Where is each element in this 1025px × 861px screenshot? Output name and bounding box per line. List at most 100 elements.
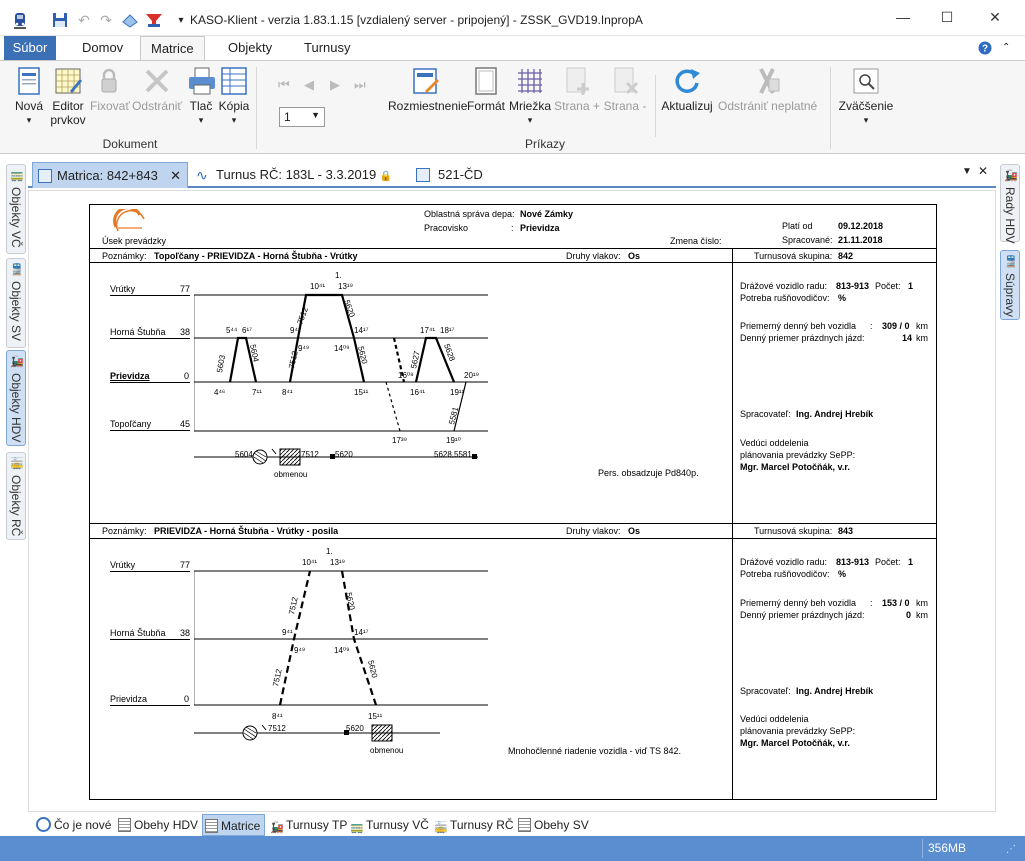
undo-icon[interactable]: ↶ [74,10,94,30]
sidetab-objects-vc[interactable]: 🚃 Objekty VČ [6,164,26,254]
sidetab-objects-hdv[interactable]: 🚂 Objekty HDV [6,350,26,446]
sidetab-label: Objekty HDV [9,373,23,443]
page-select[interactable]: 1 ▼ [279,107,325,127]
btab-label: Turnusy RČ [450,818,514,832]
element-editor-button[interactable]: Editor prvkov [48,65,88,127]
locomotive-icon: 🚂 [10,356,24,368]
station-underline [110,295,190,296]
rotation-label: 5604 [235,450,253,459]
sidetab-hdv-series[interactable]: 🚂 Rady HDV [1000,164,1020,244]
svg-text:9⁴¹: 9⁴¹ [282,628,293,637]
sidetab-train-sets[interactable]: 🚆 Súpravy [1000,250,1020,320]
tab-file[interactable]: Súbor [4,36,56,60]
remove-invalid-button[interactable]: Odstrániť neplatné [718,65,817,113]
refresh-button[interactable]: Aktualizuj [660,65,714,113]
workplace-value: Prievidza [520,223,560,233]
maximize-button[interactable]: ☐ [932,6,962,28]
svg-text:5620: 5620 [356,345,369,365]
tabs-dropdown-icon[interactable]: ▼ [962,166,972,177]
staffing-note: Mnohočlenné riadenie vozidla - viď TS 84… [508,746,681,756]
first-page-icon[interactable]: ⏮ [278,77,290,93]
notes-label: Poznámky: [102,526,147,536]
btab-label: Obehy SV [534,818,589,832]
layout-button[interactable]: Rozmiestnenie [388,65,467,113]
btab-sv-rotations[interactable]: Obehy SV [516,814,589,836]
train-types-label: Druhy vlakov: [566,526,621,536]
btab-turnusy-rc[interactable]: 🚋 Turnusy RČ [432,814,514,836]
last-page-icon[interactable]: ⏭ [354,77,366,93]
new-document-icon [18,67,40,95]
btab-turnusy-vc[interactable]: 🚃 Turnusy VČ [348,814,429,836]
grid-button[interactable]: Mriežka ▾ [508,65,552,127]
head-label: plánovania prevádzky SePP: [740,726,856,736]
tab-turnusy[interactable]: Turnusy [294,36,360,60]
svg-text:18¹⁷: 18¹⁷ [440,326,455,335]
valid-from-label: Platí od [782,221,813,231]
new-button[interactable]: Nová ▾ [12,65,46,127]
svg-text:16⁰⁸: 16⁰⁸ [398,371,413,380]
close-document-icon[interactable]: ✕ [978,164,988,178]
divider [90,523,936,524]
svg-text:?: ? [982,44,988,55]
redo-icon[interactable]: ↷ [96,10,116,30]
matrix-view[interactable]: Úsek prevádzky Oblastná správa depa: Nov… [28,190,996,812]
prev-page-icon[interactable]: ◀ [304,77,314,93]
daily-run-value: 309 / 0 [882,321,910,331]
quick-access-dropdown-icon[interactable]: ▾ [176,10,186,30]
vehicle-series-value: 813-913 [836,557,870,567]
svg-text:10⁴¹: 10⁴¹ [302,558,317,567]
sidetab-label: Súpravy [1003,273,1017,318]
graph-842: 1. 10⁴¹ 13¹⁹ 5⁴⁴ 6¹⁷ 9⁴¹ 14¹⁷ 17⁴¹ 18¹⁷ 9⁴⁹ 1… [194,271,488,445]
sidetab-objects-rc[interactable]: 🚋 Objekty RČ [6,452,26,540]
doctab-matrix[interactable]: Matrica: 842+843 ✕ [32,162,188,188]
unit: km [916,610,928,620]
format-button[interactable]: Formát [466,65,506,113]
delete-button[interactable]: Odstrániť [132,65,182,113]
status-bar: 356MB ⋰ [0,836,1025,861]
btab-turnusy-tp[interactable]: 🚂 Turnusy TP [268,814,347,836]
region-label: Oblastná správa depa: [424,209,515,219]
add-page-button[interactable]: Strana + [554,65,600,113]
notes-value: Topoľčany - PRIEVIDZA - Horná Štubňa - V… [154,251,358,261]
fix-button[interactable]: Fixovať [90,65,130,113]
status-separator [922,839,923,858]
tab-home[interactable]: Domov [72,36,133,60]
svg-text:1.: 1. [326,547,333,556]
eraser-icon[interactable] [120,10,140,30]
minimize-button[interactable]: — [888,6,918,28]
resize-grip-icon[interactable]: ⋰ [1006,844,1016,855]
printer-icon [189,67,215,95]
save-icon[interactable] [50,10,70,30]
tab-matrix[interactable]: Matrice [140,36,205,60]
ribbon-collapse-icon[interactable]: ⌃ [1002,36,1010,60]
close-tab-icon[interactable]: ✕ [170,163,181,189]
filter-icon[interactable] [144,10,164,30]
copy-button[interactable]: Kópia ▾ [218,65,250,127]
btab-matrices[interactable]: Matrice [202,814,266,836]
train-set-icon: 🚆 [1004,256,1018,268]
svg-text:15¹¹: 15¹¹ [368,712,383,721]
svg-text:1.: 1. [335,271,342,280]
tab-objects[interactable]: Objekty [218,36,282,60]
doctab-turnus[interactable]: ∿ Turnus RČ: 183L - 3.3.2019 🔒 [196,162,392,188]
remove-page-button[interactable]: Strana - [602,65,648,113]
empty-run-label: Denný priemer prázdnych jázd: [740,610,865,620]
btab-hdv-rotations[interactable]: Obehy HDV [116,814,198,836]
sidetab-objects-sv[interactable]: 🚆 Objekty SV [6,258,26,348]
page-select-value: 1 [284,110,291,124]
svg-text:19¹¹: 19¹¹ [450,388,465,397]
doctab-521[interactable]: 521-ČD [416,162,483,188]
train-types-value: Os [628,526,641,536]
processed-value: 21.11.2018 [838,235,883,245]
zoom-button[interactable]: Zväčšenie ▾ [838,65,894,127]
svg-text:20¹⁹: 20¹⁹ [464,371,479,380]
help-icon[interactable]: ? [978,36,992,60]
head-value: Mgr. Marcel Potočňák, v.r. [740,738,850,748]
btab-whats-new[interactable]: Čo je nové [34,814,111,836]
next-page-icon[interactable]: ▶ [330,77,340,93]
rotation-label: 5620 [346,724,364,733]
close-button[interactable]: ✕ [980,6,1010,28]
station-underline [110,705,190,706]
print-button[interactable]: Tlač ▾ [186,65,216,127]
svg-text:13¹⁹: 13¹⁹ [330,558,345,567]
